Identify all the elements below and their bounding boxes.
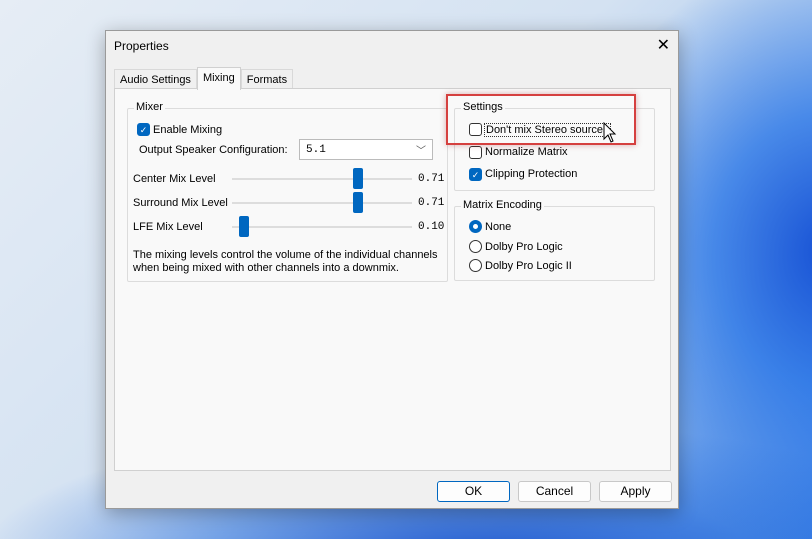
close-icon[interactable]: ✕	[657, 35, 670, 55]
output-speaker-value: 5.1	[306, 144, 326, 156]
enable-mixing-checkbox[interactable]: ✓	[137, 123, 150, 136]
enable-mixing-label: Enable Mixing	[153, 124, 223, 136]
mixer-description: The mixing levels control the volume of …	[133, 249, 438, 274]
ok-button[interactable]: OK	[437, 481, 510, 502]
clipping-protection-checkbox[interactable]: ✓	[469, 168, 482, 181]
mouse-cursor-icon	[603, 122, 617, 143]
radio-none[interactable]	[469, 220, 482, 233]
slider-value: 0.10	[418, 221, 445, 233]
slider-value: 0.71	[418, 173, 445, 185]
tab-bar: Audio Settings Mixing Formats	[114, 67, 294, 90]
radio-dolby-pro-logic-ii[interactable]	[469, 259, 482, 272]
cancel-button[interactable]: Cancel	[518, 481, 591, 502]
apply-button[interactable]: Apply	[599, 481, 672, 502]
radio-label: None	[485, 221, 512, 233]
slider-value: 0.71	[418, 197, 445, 209]
tab-formats[interactable]: Formats	[240, 69, 294, 89]
radio-label: Dolby Pro Logic	[485, 241, 563, 253]
radio-label: Dolby Pro Logic II	[485, 260, 572, 272]
slider-label: LFE Mix Level	[133, 221, 203, 233]
chevron-down-icon: ﹀	[416, 147, 426, 158]
dialog-title: Properties	[114, 39, 169, 53]
mixer-group-label: Mixer	[134, 101, 165, 113]
slider-label: Center Mix Level	[133, 173, 216, 185]
slider-thumb[interactable]	[352, 192, 363, 213]
slider-thumb[interactable]	[352, 168, 363, 189]
center-mix-slider[interactable]	[232, 168, 412, 189]
mixer-group: Mixer ✓ Enable Mixing Output Speaker Con…	[127, 101, 448, 282]
lfe-mix-slider[interactable]	[232, 216, 412, 237]
slider-thumb[interactable]	[238, 216, 249, 237]
normalize-matrix-label: Normalize Matrix	[485, 146, 568, 158]
slider-label: Surround Mix Level	[133, 197, 228, 209]
mixing-panel: Mixer ✓ Enable Mixing Output Speaker Con…	[114, 88, 671, 471]
normalize-matrix-checkbox[interactable]	[469, 146, 482, 159]
matrix-encoding-label: Matrix Encoding	[461, 199, 544, 211]
surround-mix-slider[interactable]	[232, 192, 412, 213]
tab-audio-settings[interactable]: Audio Settings	[114, 69, 197, 89]
output-speaker-select[interactable]: 5.1 ﹀	[299, 139, 433, 160]
clipping-protection-label: Clipping Protection	[485, 168, 578, 180]
matrix-encoding-group: Matrix Encoding None Dolby Pro Logic Dol…	[454, 199, 655, 281]
radio-dolby-pro-logic[interactable]	[469, 240, 482, 253]
output-speaker-label: Output Speaker Configuration:	[139, 144, 288, 156]
tab-mixing[interactable]: Mixing	[196, 67, 241, 90]
